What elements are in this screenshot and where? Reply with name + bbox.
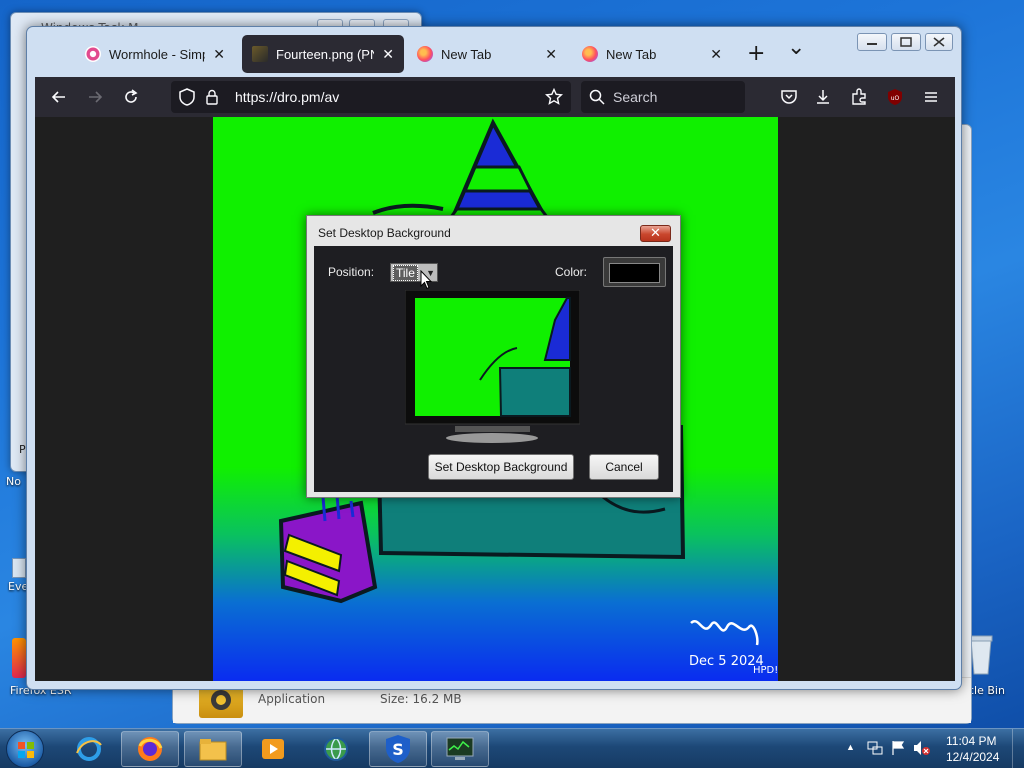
desktop-label-note: No — [6, 475, 21, 488]
wormhole-favicon-icon — [85, 46, 101, 62]
taskbar-sandboxie[interactable]: S — [369, 731, 427, 767]
svg-text:uO: uO — [891, 95, 900, 102]
new-tab-button[interactable]: + — [747, 41, 765, 66]
search-icon — [589, 89, 605, 105]
window-maximize-button[interactable] — [891, 33, 921, 51]
task-manager-icon — [446, 737, 474, 760]
windows-logo-icon — [18, 742, 34, 758]
lock-icon[interactable] — [205, 89, 223, 105]
internet-explorer-icon — [76, 737, 102, 761]
task-manager-side-letter: P — [19, 443, 26, 456]
taskbar-firefox[interactable] — [121, 731, 179, 767]
firefox-favicon-icon — [582, 46, 598, 62]
folder-icon — [199, 739, 227, 761]
address-bar[interactable]: https://dro.pm/av — [171, 81, 571, 113]
image-favicon-icon — [252, 46, 268, 62]
firefox-favicon-icon — [417, 46, 433, 62]
menu-hamburger-icon[interactable] — [917, 83, 945, 111]
tab-close-icon[interactable]: ✕ — [213, 46, 225, 63]
firefox-desktop-icon[interactable] — [12, 638, 26, 678]
taskbar-internet-explorer[interactable] — [60, 731, 118, 767]
tab-new-tab-2[interactable]: New Tab ✕ — [572, 35, 732, 73]
dialog-close-button[interactable]: ✕ — [640, 225, 671, 242]
monitor-preview — [404, 289, 581, 444]
reload-button[interactable] — [117, 83, 145, 111]
tab-new-tab-1[interactable]: New Tab ✕ — [407, 35, 567, 73]
clock-time[interactable]: 11:04 PM — [946, 734, 996, 748]
navigation-toolbar: https://dro.pm/av Search uO — [35, 77, 955, 117]
downloads-icon[interactable] — [809, 83, 837, 111]
tracking-protection-shield-icon[interactable] — [179, 88, 199, 106]
firefox-icon — [138, 737, 163, 761]
taskbar-globe-app[interactable] — [307, 731, 365, 767]
extensions-icon[interactable] — [845, 83, 873, 111]
network-icon[interactable] — [866, 739, 884, 757]
set-desktop-background-button[interactable]: Set Desktop Background — [428, 454, 574, 480]
position-selected-value: Tile — [393, 264, 418, 281]
url-text[interactable]: https://dro.pm/av — [235, 89, 339, 105]
artwork-signature-suffix: HPD! — [753, 665, 778, 676]
tab-close-icon[interactable]: ✕ — [710, 46, 722, 63]
set-desktop-background-dialog[interactable]: Set Desktop Background ✕ Position: Tile … — [306, 215, 681, 498]
bookmark-star-icon[interactable] — [545, 88, 563, 106]
window-close-button[interactable] — [925, 33, 953, 51]
taskbar-file-explorer[interactable] — [184, 731, 242, 767]
search-placeholder: Search — [613, 89, 658, 105]
show-desktop-button[interactable] — [1012, 729, 1024, 768]
desktop-label-recycle-bin: cle Bin — [968, 684, 1005, 697]
tab-wormhole[interactable]: Wormhole - Simple ✕ — [75, 35, 235, 73]
ublock-origin-icon[interactable]: uO — [881, 83, 909, 111]
media-player-icon — [262, 739, 284, 759]
tab-label: New Tab — [606, 46, 657, 62]
start-button[interactable] — [6, 730, 44, 768]
forward-button[interactable] — [81, 83, 109, 111]
globe-icon — [324, 737, 348, 761]
back-button[interactable] — [45, 83, 73, 111]
dialog-title: Set Desktop Background — [318, 226, 451, 240]
shield-s-icon: S — [386, 735, 410, 763]
dialog-body: Position: Tile ▼ Color: Set Desktop Back… — [314, 246, 673, 492]
taskbar-task-manager[interactable] — [431, 731, 489, 767]
tab-label: Wormhole - Simple — [109, 46, 205, 62]
tab-label: Fourteen.png (PNG — [276, 46, 374, 62]
svg-text:S: S — [392, 740, 404, 759]
search-bar[interactable]: Search — [581, 81, 745, 113]
shortcut-icon[interactable] — [12, 558, 26, 578]
file-type-label: Application — [258, 692, 326, 706]
position-label: Position: — [328, 265, 375, 279]
color-swatch-fill — [609, 263, 660, 283]
cancel-button[interactable]: Cancel — [589, 454, 659, 480]
action-center-flag-icon[interactable] — [890, 739, 906, 757]
tab-label: New Tab — [441, 46, 492, 62]
pocket-icon[interactable] — [775, 83, 803, 111]
taskbar-media-player[interactable] — [244, 731, 302, 767]
window-minimize-button[interactable] — [857, 33, 887, 51]
show-hidden-icons-button[interactable]: ▲ — [846, 742, 855, 752]
volume-muted-icon[interactable] — [912, 739, 932, 757]
tab-strip: Wormhole - Simple ✕ Fourteen.png (PNG ✕ … — [35, 35, 851, 75]
color-picker-button[interactable] — [603, 257, 666, 287]
tab-close-icon[interactable]: ✕ — [545, 46, 557, 63]
list-all-tabs-button[interactable]: ⌄ — [787, 35, 805, 60]
color-label: Color: — [555, 265, 588, 279]
tab-fourteen-png[interactable]: Fourteen.png (PNG ✕ — [242, 35, 404, 73]
clock-date[interactable]: 12/4/2024 — [946, 750, 999, 764]
file-size-label: Size: 16.2 MB — [380, 692, 462, 706]
mouse-cursor-icon — [420, 270, 432, 290]
tab-close-icon[interactable]: ✕ — [382, 46, 394, 63]
taskbar: S ▲ 11:04 PM 12/4/2024 — [0, 728, 1024, 768]
